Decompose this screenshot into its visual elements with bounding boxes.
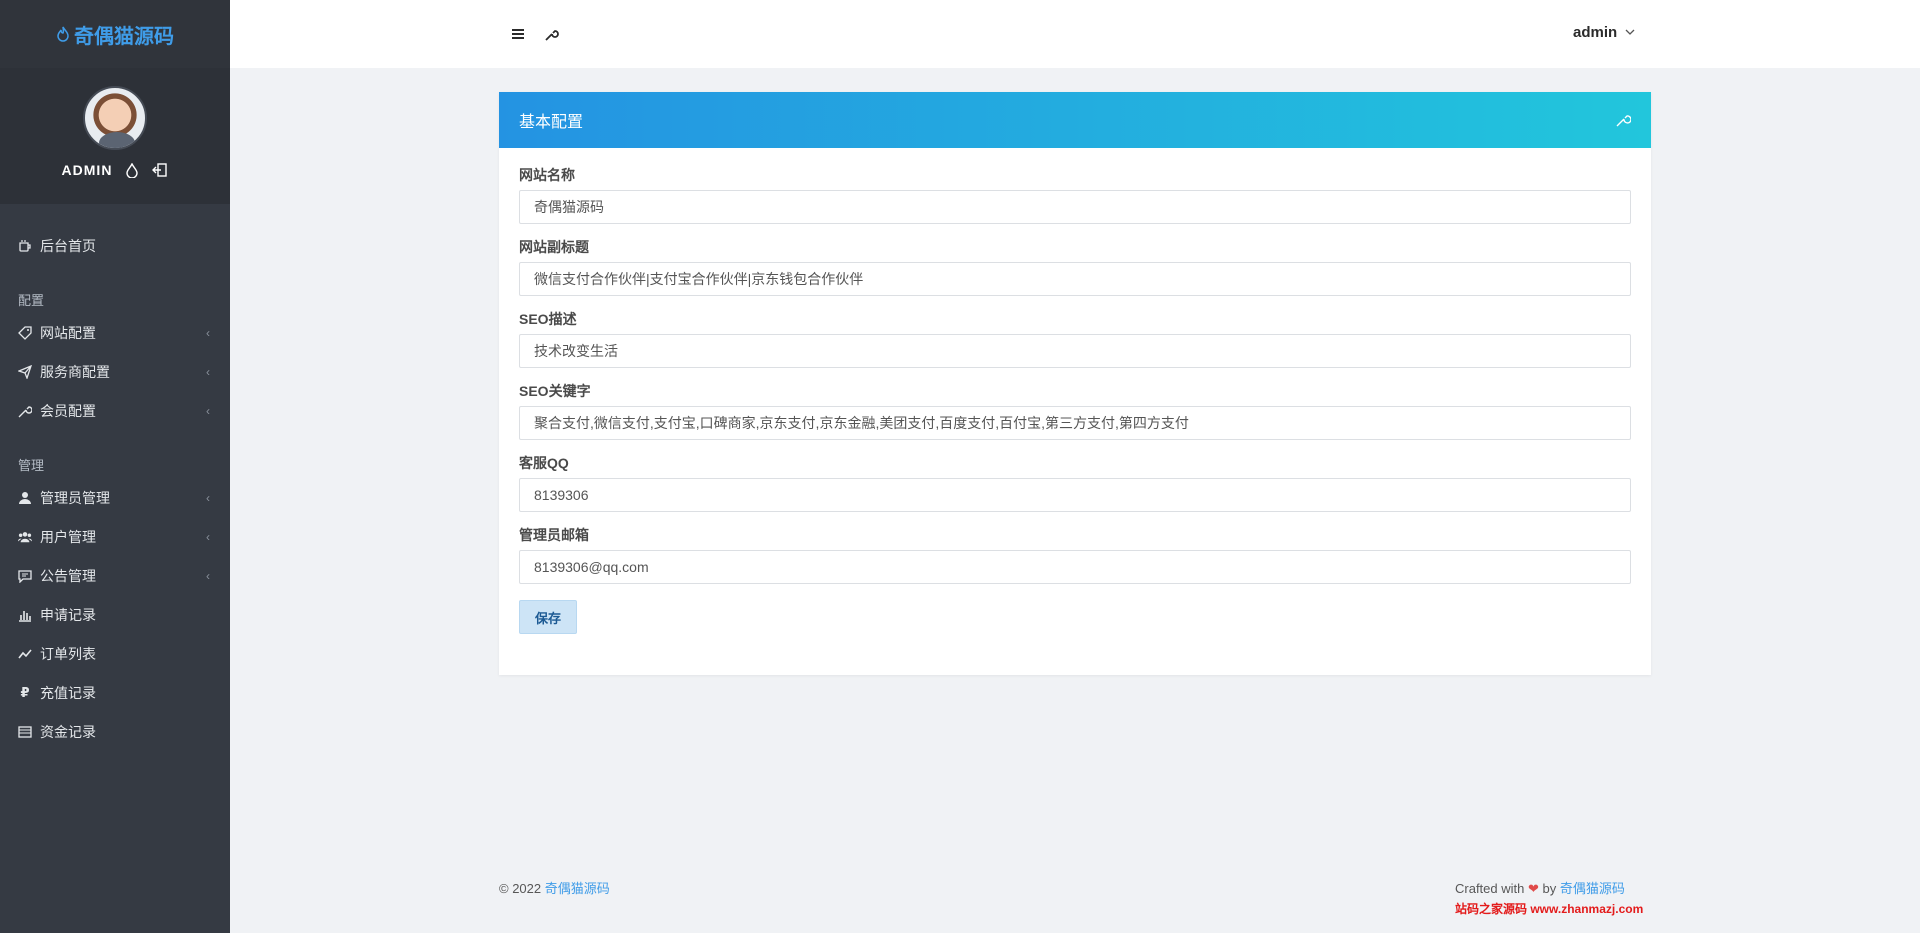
by-text: by bbox=[1542, 881, 1557, 896]
field-label: 网站名称 bbox=[519, 167, 575, 183]
support-qq-field: 客服QQ bbox=[519, 456, 1631, 512]
chevron-left-icon: ‹ bbox=[206, 403, 210, 418]
admin-email-input[interactable] bbox=[519, 550, 1631, 584]
footer-site-link[interactable]: 奇偶猫源码 bbox=[545, 881, 610, 896]
sidebar-item-label: 申请记录 bbox=[40, 606, 96, 623]
sidebar-item-admin-manage[interactable]: 管理员管理 ‹ bbox=[0, 478, 230, 517]
field-label: SEO关键字 bbox=[519, 383, 591, 399]
watermark-text: 站码之家源码 www.zhanmazj.com bbox=[1455, 902, 1644, 916]
nav-section-manage: 管理 bbox=[18, 458, 45, 473]
tag-icon bbox=[18, 325, 32, 340]
comment-icon bbox=[18, 569, 32, 583]
chevron-left-icon: ‹ bbox=[206, 529, 210, 544]
chevron-left-icon: ‹ bbox=[206, 490, 210, 505]
site-subtitle-input[interactable] bbox=[519, 262, 1631, 296]
seo-keywords-field: SEO关键字 bbox=[519, 384, 1631, 440]
support-qq-input[interactable] bbox=[519, 478, 1631, 512]
sidebar-item-member-config[interactable]: 会员配置 ‹ bbox=[0, 391, 230, 430]
wrench-icon bbox=[18, 404, 32, 418]
sidebar-item-fund-records[interactable]: 资金记录 bbox=[0, 712, 230, 751]
site-name-field: 网站名称 bbox=[519, 168, 1631, 224]
nav-section-config: 配置 bbox=[18, 293, 45, 308]
profile-name[interactable]: ADMIN bbox=[62, 162, 113, 178]
chevron-left-icon: ‹ bbox=[206, 568, 210, 583]
sidebar-item-label: 订单列表 bbox=[40, 645, 96, 662]
user-menu-label: admin bbox=[1573, 24, 1618, 41]
top-header: admin bbox=[230, 0, 1920, 68]
sidebar-item-label: 公告管理 bbox=[40, 567, 96, 584]
profile-panel: ADMIN bbox=[0, 68, 230, 204]
seo-description-input[interactable] bbox=[519, 334, 1631, 368]
cup-icon bbox=[18, 239, 32, 253]
sidebar-item-label: 管理员管理 bbox=[40, 489, 110, 506]
logout-icon[interactable] bbox=[152, 162, 168, 178]
table-icon bbox=[18, 725, 32, 739]
line-chart-icon bbox=[18, 647, 32, 661]
field-label: 管理员邮箱 bbox=[519, 527, 589, 543]
heart-icon: ❤ bbox=[1528, 881, 1539, 896]
site-name-input[interactable] bbox=[519, 190, 1631, 224]
sidebar-item-label: 用户管理 bbox=[40, 528, 96, 545]
footer-author-link[interactable]: 奇偶猫源码 bbox=[1560, 881, 1625, 896]
sidebar: 奇偶猫源码 ADMIN 后台首页 配置 网站配置 ‹ 服务商配置 ‹ 会员配置 … bbox=[0, 0, 230, 933]
seo-keywords-input[interactable] bbox=[519, 406, 1631, 440]
basic-config-card: 基本配置 网站名称 网站副标题 SEO描述 SEO关键字 客服QQ 管理员邮箱 bbox=[499, 92, 1651, 675]
copyright-text: © 2022 bbox=[499, 881, 542, 896]
sidebar-item-label: 服务商配置 bbox=[40, 363, 110, 380]
chevron-down-icon bbox=[1625, 29, 1635, 35]
sidebar-item-provider-config[interactable]: 服务商配置 ‹ bbox=[0, 352, 230, 391]
admin-email-field: 管理员邮箱 bbox=[519, 528, 1631, 584]
theme-drop-icon[interactable] bbox=[124, 162, 140, 178]
config-form: 网站名称 网站副标题 SEO描述 SEO关键字 客服QQ 管理员邮箱 保存 bbox=[499, 148, 1651, 654]
sidebar-item-apply-records[interactable]: 申请记录 bbox=[0, 595, 230, 634]
sidebar-item-label: 会员配置 bbox=[40, 402, 96, 419]
chevron-left-icon: ‹ bbox=[206, 325, 210, 340]
user-icon bbox=[18, 491, 32, 505]
sidebar-item-site-config[interactable]: 网站配置 ‹ bbox=[0, 313, 230, 352]
footer-credits: Crafted with ❤ by 奇偶猫源码 站码之家源码 www.zhanm… bbox=[1455, 878, 1643, 917]
footer-copyright: © 2022 奇偶猫源码 bbox=[499, 878, 610, 897]
sidebar-item-order-list[interactable]: 订单列表 bbox=[0, 634, 230, 673]
sidebar-item-user-manage[interactable]: 用户管理 ‹ bbox=[0, 517, 230, 556]
fire-icon bbox=[57, 26, 69, 42]
sidebar-item-label: 资金记录 bbox=[40, 723, 96, 740]
crafted-text: Crafted with bbox=[1455, 881, 1525, 896]
sidebar-nav: 后台首页 配置 网站配置 ‹ 服务商配置 ‹ 会员配置 ‹ 管理 管理员管理 ‹… bbox=[0, 204, 230, 751]
wrench-icon[interactable] bbox=[542, 24, 562, 44]
wrench-icon[interactable] bbox=[1615, 112, 1631, 128]
brand[interactable]: 奇偶猫源码 bbox=[0, 0, 230, 68]
save-button[interactable]: 保存 bbox=[519, 600, 577, 634]
sidebar-item-label: 充值记录 bbox=[40, 684, 96, 701]
card-title: 基本配置 bbox=[519, 114, 584, 131]
card-header: 基本配置 bbox=[499, 92, 1651, 148]
users-icon bbox=[18, 530, 32, 544]
paper-plane-icon bbox=[18, 364, 32, 379]
field-label: SEO描述 bbox=[519, 311, 577, 327]
seo-description-field: SEO描述 bbox=[519, 312, 1631, 368]
menu-toggle-icon[interactable] bbox=[508, 24, 528, 44]
avatar[interactable] bbox=[83, 86, 147, 150]
sidebar-item-label: 网站配置 bbox=[40, 324, 96, 341]
field-label: 客服QQ bbox=[519, 455, 569, 471]
field-label: 网站副标题 bbox=[519, 239, 589, 255]
sidebar-item-home[interactable]: 后台首页 bbox=[0, 226, 230, 265]
sidebar-item-label: 后台首页 bbox=[40, 237, 96, 254]
sidebar-item-recharge-records[interactable]: ₽ 充值记录 bbox=[0, 673, 230, 712]
site-subtitle-field: 网站副标题 bbox=[519, 240, 1631, 296]
brand-name: 奇偶猫源码 bbox=[74, 25, 174, 48]
user-menu[interactable]: admin bbox=[1573, 24, 1635, 41]
ruble-icon: ₽ bbox=[20, 684, 30, 700]
chevron-left-icon: ‹ bbox=[206, 364, 210, 379]
bar-chart-icon bbox=[18, 608, 32, 622]
sidebar-item-notice-manage[interactable]: 公告管理 ‹ bbox=[0, 556, 230, 595]
